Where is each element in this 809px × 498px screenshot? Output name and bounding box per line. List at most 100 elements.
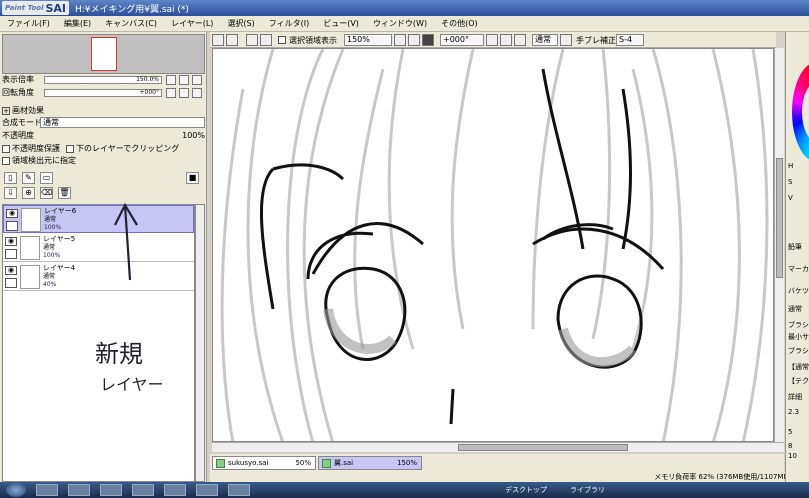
rotate-slider[interactable]: +000° <box>44 89 162 97</box>
texture-select[interactable]: 【テクス <box>788 376 809 386</box>
color-wheel[interactable] <box>792 62 809 162</box>
opacity-row[interactable]: 不透明度 100% <box>2 130 205 141</box>
rotate-right-icon[interactable] <box>500 34 512 46</box>
layer-row[interactable]: ◉ レイヤー5 通常 100% <box>3 234 194 262</box>
start-icon[interactable] <box>6 483 26 497</box>
menu-view[interactable]: ビュー(V) <box>316 18 366 29</box>
layer-scrollbar[interactable] <box>195 204 205 482</box>
tool-blend[interactable]: 通常 <box>788 304 802 314</box>
vertical-scroll-thumb[interactable] <box>776 158 783 278</box>
material-effect-header[interactable]: + 画材効果 <box>2 105 44 116</box>
explorer-icon[interactable] <box>68 484 90 496</box>
zoom-out-icon[interactable] <box>394 34 406 46</box>
rotate-reset-icon[interactable] <box>514 34 526 46</box>
stabilizer-select[interactable]: S-4 <box>616 34 644 46</box>
layer-list: ◉ レイヤー6 通常 100% ◉ レイヤー5 通常 100% ◉ レイヤー4 … <box>2 204 195 482</box>
delete-layer-icon[interactable]: 🗑 <box>58 187 71 199</box>
layer-sub-icon[interactable] <box>5 249 17 259</box>
new-layer-icon[interactable]: ▯ <box>4 172 17 184</box>
menu-file[interactable]: ファイル(F) <box>0 18 57 29</box>
media-icon[interactable] <box>100 484 122 496</box>
menu-window[interactable]: ウィンドウ(W) <box>366 18 434 29</box>
invert-selection-icon[interactable] <box>260 34 272 46</box>
chat-icon[interactable] <box>164 484 186 496</box>
skype-icon[interactable] <box>196 484 218 496</box>
flip-icon[interactable] <box>560 34 572 46</box>
ie-icon[interactable] <box>36 484 58 496</box>
layer-toolbar: ▯ ✎ ▭ ■ ⇩ ⊕ ⌫ 🗑 <box>2 172 205 202</box>
file-tab-bar: sukusyo.sai 50% 翼.sai 150% <box>210 454 784 472</box>
merge-down-icon[interactable]: ⊕ <box>22 187 35 199</box>
canvas[interactable] <box>212 48 774 442</box>
navigator-thumbnail[interactable] <box>91 37 117 71</box>
clear-layer-icon[interactable]: ⌫ <box>40 187 53 199</box>
tool-bucket[interactable]: バケツ <box>788 286 809 296</box>
undo-icon[interactable] <box>212 34 224 46</box>
menu-filter[interactable]: フィルタ(I) <box>262 18 316 29</box>
file-tab[interactable]: sukusyo.sai 50% <box>212 456 316 470</box>
file-tab[interactable]: 翼.sai 150% <box>318 456 422 470</box>
zoom-reset-button[interactable] <box>192 75 202 85</box>
zoom-select[interactable]: 150% <box>344 34 392 46</box>
canvas-vertical-scrollbar[interactable] <box>774 48 784 442</box>
zoom-slider[interactable]: 150.0% <box>44 76 162 84</box>
brush-size-label: ブラシサ <box>788 321 809 329</box>
size-preset-8[interactable]: 8 <box>788 442 792 450</box>
layer-row[interactable]: ◉ レイヤー4 通常 40% <box>3 263 194 291</box>
rotate-reset-button[interactable] <box>192 88 202 98</box>
tool-marker[interactable]: マーカー <box>788 264 809 274</box>
folder-icon[interactable] <box>132 484 154 496</box>
layer-thumbnail <box>20 236 40 260</box>
s-label: S <box>788 178 793 186</box>
new-folder-icon[interactable]: ▭ <box>40 172 53 184</box>
canvas-horizontal-scrollbar[interactable] <box>212 442 784 452</box>
zoom-reset-icon[interactable] <box>422 34 434 46</box>
size-preset-5[interactable]: 5 <box>788 428 792 436</box>
angle-select[interactable]: +000° <box>440 34 484 46</box>
selection-source-row[interactable]: 領域検出元に指定 <box>2 155 76 166</box>
zoom-in-button[interactable] <box>179 75 189 85</box>
left-panel: 表示倍率 150.0% 回転角度 +000° + 画材効果 合成モード 通常 不… <box>0 32 207 482</box>
menu-edit[interactable]: 編集(E) <box>57 18 98 29</box>
menu-select[interactable]: 選択(S) <box>220 18 261 29</box>
size-preset-23[interactable]: 2.3 <box>788 408 799 416</box>
clip-lower-checkbox[interactable] <box>66 144 74 153</box>
rotate-left-button[interactable] <box>166 88 176 98</box>
layer-thumbnail <box>20 265 40 289</box>
menu-layer[interactable]: レイヤー(L) <box>164 18 220 29</box>
taskbar-library[interactable]: ライブラリ <box>570 485 605 495</box>
pen-icon[interactable] <box>6 221 18 231</box>
selection-source-checkbox[interactable] <box>2 156 10 165</box>
menu-canvas[interactable]: キャンバス(C) <box>98 18 164 29</box>
zoom-label: 表示倍率 <box>2 75 34 84</box>
tool-pencil[interactable]: 鉛筆 <box>788 242 802 252</box>
show-selection-checkbox[interactable] <box>278 36 286 44</box>
menu-other[interactable]: その他(O) <box>434 18 485 29</box>
eye-icon[interactable]: ◉ <box>5 266 17 275</box>
taskbar-desktop[interactable]: デスクトップ <box>505 485 547 495</box>
layer-sub-icon[interactable] <box>5 278 17 288</box>
protect-opacity-row[interactable]: 不透明度保護 下のレイヤーでクリッピング <box>2 143 179 154</box>
detail-header[interactable]: 詳細 <box>788 392 802 402</box>
deselect-icon[interactable] <box>246 34 258 46</box>
rotate-right-button[interactable] <box>179 88 189 98</box>
sai-icon[interactable] <box>228 484 250 496</box>
eye-icon[interactable]: ◉ <box>5 237 17 246</box>
navigator[interactable] <box>2 34 205 74</box>
redo-icon[interactable] <box>226 34 238 46</box>
eye-icon[interactable]: ◉ <box>6 209 18 218</box>
blend-select[interactable]: 通常 <box>532 34 558 46</box>
rotate-left-icon[interactable] <box>486 34 498 46</box>
zoom-in-icon[interactable] <box>408 34 420 46</box>
layer-row[interactable]: ◉ レイヤー6 通常 100% <box>3 205 194 233</box>
horizontal-scroll-thumb[interactable] <box>458 444 628 451</box>
zoom-out-button[interactable] <box>166 75 176 85</box>
protect-opacity-checkbox[interactable] <box>2 144 10 153</box>
blend-mode-select[interactable]: 通常 <box>40 117 205 128</box>
layer-menu-icon[interactable]: ■ <box>186 172 199 184</box>
transfer-down-icon[interactable]: ⇩ <box>4 187 17 199</box>
normal-circle-select[interactable]: 【通常 <box>788 362 809 372</box>
rotate-label: 回転角度 <box>2 88 34 97</box>
size-preset-10[interactable]: 10 <box>788 452 797 460</box>
new-vector-layer-icon[interactable]: ✎ <box>22 172 35 184</box>
